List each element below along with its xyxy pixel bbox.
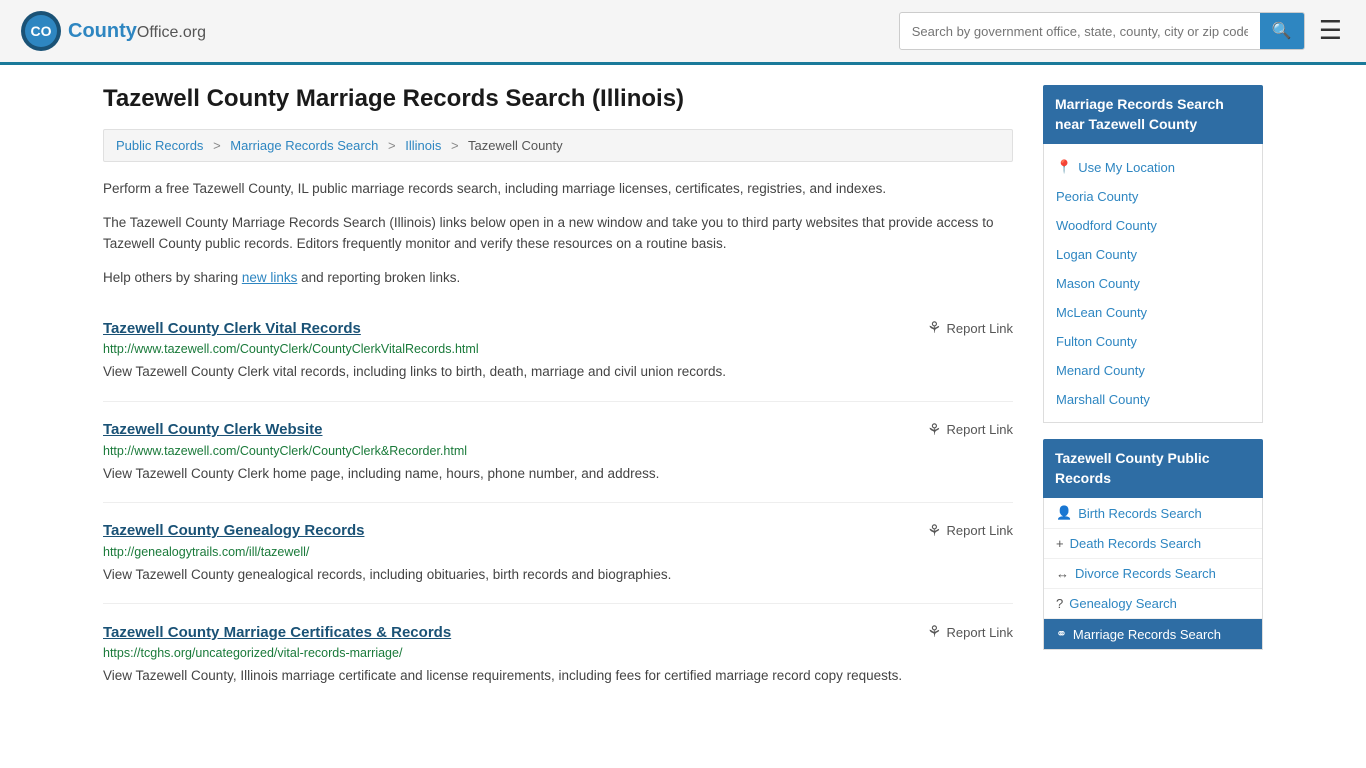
pr-link-0[interactable]: Birth Records Search xyxy=(1078,506,1202,521)
public-records-body: 👤 Birth Records Search + Death Records S… xyxy=(1043,498,1263,650)
pr-link-2[interactable]: Divorce Records Search xyxy=(1075,566,1216,581)
pr-link-1[interactable]: Death Records Search xyxy=(1070,536,1202,551)
new-links-link[interactable]: new links xyxy=(242,270,298,285)
result-title-3[interactable]: Tazewell County Marriage Certificates & … xyxy=(103,624,451,641)
public-records-section: Tazewell County Public Records 👤 Birth R… xyxy=(1043,439,1263,650)
result-url-3[interactable]: https://tcghs.org/uncategorized/vital-re… xyxy=(103,646,1013,660)
report-icon-1: ⚘ xyxy=(927,420,941,440)
result-header-2: Tazewell County Genealogy Records ⚘ Repo… xyxy=(103,521,1013,541)
nearby-county-4[interactable]: McLean County xyxy=(1044,298,1262,327)
result-item: Tazewell County Genealogy Records ⚘ Repo… xyxy=(103,503,1013,604)
location-icon: 📍 xyxy=(1056,159,1072,175)
report-icon-2: ⚘ xyxy=(927,521,941,541)
content-area: Tazewell County Marriage Records Search … xyxy=(103,85,1013,704)
search-input[interactable] xyxy=(900,16,1260,47)
pr-link-4[interactable]: Marriage Records Search xyxy=(1073,627,1221,642)
nearby-body: 📍 Use My Location Peoria County Woodford … xyxy=(1043,144,1263,423)
nearby-county-6[interactable]: Menard County xyxy=(1044,356,1262,385)
page-title: Tazewell County Marriage Records Search … xyxy=(103,85,1013,113)
main-container: Tazewell County Marriage Records Search … xyxy=(83,65,1283,724)
result-item: Tazewell County Clerk Website ⚘ Report L… xyxy=(103,402,1013,503)
public-record-4[interactable]: ⚭ Marriage Records Search xyxy=(1044,619,1262,649)
menu-button[interactable]: ☰ xyxy=(1315,13,1346,49)
report-icon-0: ⚘ xyxy=(927,318,941,338)
nearby-county-3[interactable]: Mason County xyxy=(1044,269,1262,298)
result-desc-3: View Tazewell County, Illinois marriage … xyxy=(103,666,1013,686)
report-link-3[interactable]: ⚘ Report Link xyxy=(927,622,1013,642)
breadcrumb-marriage-records[interactable]: Marriage Records Search xyxy=(230,138,378,153)
hamburger-icon: ☰ xyxy=(1319,15,1342,45)
breadcrumb-public-records[interactable]: Public Records xyxy=(116,138,203,153)
result-item: Tazewell County Marriage Certificates & … xyxy=(103,604,1013,704)
site-header: CO CountyOffice.org 🔍 ☰ xyxy=(0,0,1366,65)
result-header-0: Tazewell County Clerk Vital Records ⚘ Re… xyxy=(103,318,1013,338)
nearby-counties-container: Peoria County Woodford County Logan County… xyxy=(1044,182,1262,414)
nearby-header: Marriage Records Search near Tazewell Co… xyxy=(1043,85,1263,144)
nearby-county-2[interactable]: Logan County xyxy=(1044,240,1262,269)
pr-icon-0: 👤 xyxy=(1056,505,1072,521)
public-record-3[interactable]: ? Genealogy Search xyxy=(1044,589,1262,619)
nearby-county-link-2[interactable]: Logan County xyxy=(1056,247,1137,262)
pr-icon-2: ↔ xyxy=(1056,566,1069,581)
result-url-1[interactable]: http://www.tazewell.com/CountyClerk/Coun… xyxy=(103,444,1013,458)
sidebar: Marriage Records Search near Tazewell Co… xyxy=(1043,85,1263,704)
nearby-county-1[interactable]: Woodford County xyxy=(1044,211,1262,240)
nearby-county-0[interactable]: Peoria County xyxy=(1044,182,1262,211)
result-header-1: Tazewell County Clerk Website ⚘ Report L… xyxy=(103,420,1013,440)
search-button[interactable]: 🔍 xyxy=(1260,13,1304,49)
description-p2: The Tazewell County Marriage Records Sea… xyxy=(103,212,1013,255)
nearby-county-5[interactable]: Fulton County xyxy=(1044,327,1262,356)
use-my-location[interactable]: 📍 Use My Location xyxy=(1044,152,1262,182)
result-desc-1: View Tazewell County Clerk home page, in… xyxy=(103,464,1013,484)
nearby-county-link-6[interactable]: Menard County xyxy=(1056,363,1145,378)
description-p1: Perform a free Tazewell County, IL publi… xyxy=(103,178,1013,200)
pr-link-3[interactable]: Genealogy Search xyxy=(1069,596,1177,611)
breadcrumb: Public Records > Marriage Records Search… xyxy=(103,129,1013,162)
breadcrumb-current: Tazewell County xyxy=(468,138,563,153)
report-link-1[interactable]: ⚘ Report Link xyxy=(927,420,1013,440)
header-right: 🔍 ☰ xyxy=(899,12,1346,50)
result-item: Tazewell County Clerk Vital Records ⚘ Re… xyxy=(103,300,1013,401)
report-link-2[interactable]: ⚘ Report Link xyxy=(927,521,1013,541)
nearby-county-link-7[interactable]: Marshall County xyxy=(1056,392,1150,407)
breadcrumb-sep-3: > xyxy=(451,138,459,153)
nearby-county-link-1[interactable]: Woodford County xyxy=(1056,218,1157,233)
description-p3: Help others by sharing new links and rep… xyxy=(103,267,1013,289)
report-link-0[interactable]: ⚘ Report Link xyxy=(927,318,1013,338)
breadcrumb-illinois[interactable]: Illinois xyxy=(405,138,441,153)
results-container: Tazewell County Clerk Vital Records ⚘ Re… xyxy=(103,300,1013,704)
result-title-0[interactable]: Tazewell County Clerk Vital Records xyxy=(103,320,361,337)
report-icon-3: ⚘ xyxy=(927,622,941,642)
breadcrumb-sep-1: > xyxy=(213,138,221,153)
public-record-2[interactable]: ↔ Divorce Records Search xyxy=(1044,559,1262,589)
use-my-location-link[interactable]: Use My Location xyxy=(1078,160,1175,175)
nearby-county-link-0[interactable]: Peoria County xyxy=(1056,189,1138,204)
nearby-county-link-3[interactable]: Mason County xyxy=(1056,276,1140,291)
search-icon: 🔍 xyxy=(1272,23,1292,40)
nearby-county-7[interactable]: Marshall County xyxy=(1044,385,1262,414)
pr-icon-3: ? xyxy=(1056,596,1063,611)
pr-icon-4: ⚭ xyxy=(1056,626,1067,642)
result-desc-0: View Tazewell County Clerk vital records… xyxy=(103,362,1013,382)
result-title-1[interactable]: Tazewell County Clerk Website xyxy=(103,421,323,438)
result-header-3: Tazewell County Marriage Certificates & … xyxy=(103,622,1013,642)
logo-text: CountyOffice.org xyxy=(68,20,206,43)
breadcrumb-sep-2: > xyxy=(388,138,396,153)
public-record-1[interactable]: + Death Records Search xyxy=(1044,529,1262,559)
pr-icon-1: + xyxy=(1056,536,1064,551)
result-title-2[interactable]: Tazewell County Genealogy Records xyxy=(103,522,364,539)
public-record-0[interactable]: 👤 Birth Records Search xyxy=(1044,498,1262,529)
nearby-section: Marriage Records Search near Tazewell Co… xyxy=(1043,85,1263,423)
logo[interactable]: CO CountyOffice.org xyxy=(20,10,206,52)
svg-text:CO: CO xyxy=(31,23,52,39)
logo-icon: CO xyxy=(20,10,62,52)
public-records-container: 👤 Birth Records Search + Death Records S… xyxy=(1044,498,1262,649)
result-url-2[interactable]: http://genealogytrails.com/ill/tazewell/ xyxy=(103,545,1013,559)
search-bar: 🔍 xyxy=(899,12,1305,50)
nearby-county-link-5[interactable]: Fulton County xyxy=(1056,334,1137,349)
result-desc-2: View Tazewell County genealogical record… xyxy=(103,565,1013,585)
result-url-0[interactable]: http://www.tazewell.com/CountyClerk/Coun… xyxy=(103,342,1013,356)
nearby-county-link-4[interactable]: McLean County xyxy=(1056,305,1147,320)
public-records-header: Tazewell County Public Records xyxy=(1043,439,1263,498)
